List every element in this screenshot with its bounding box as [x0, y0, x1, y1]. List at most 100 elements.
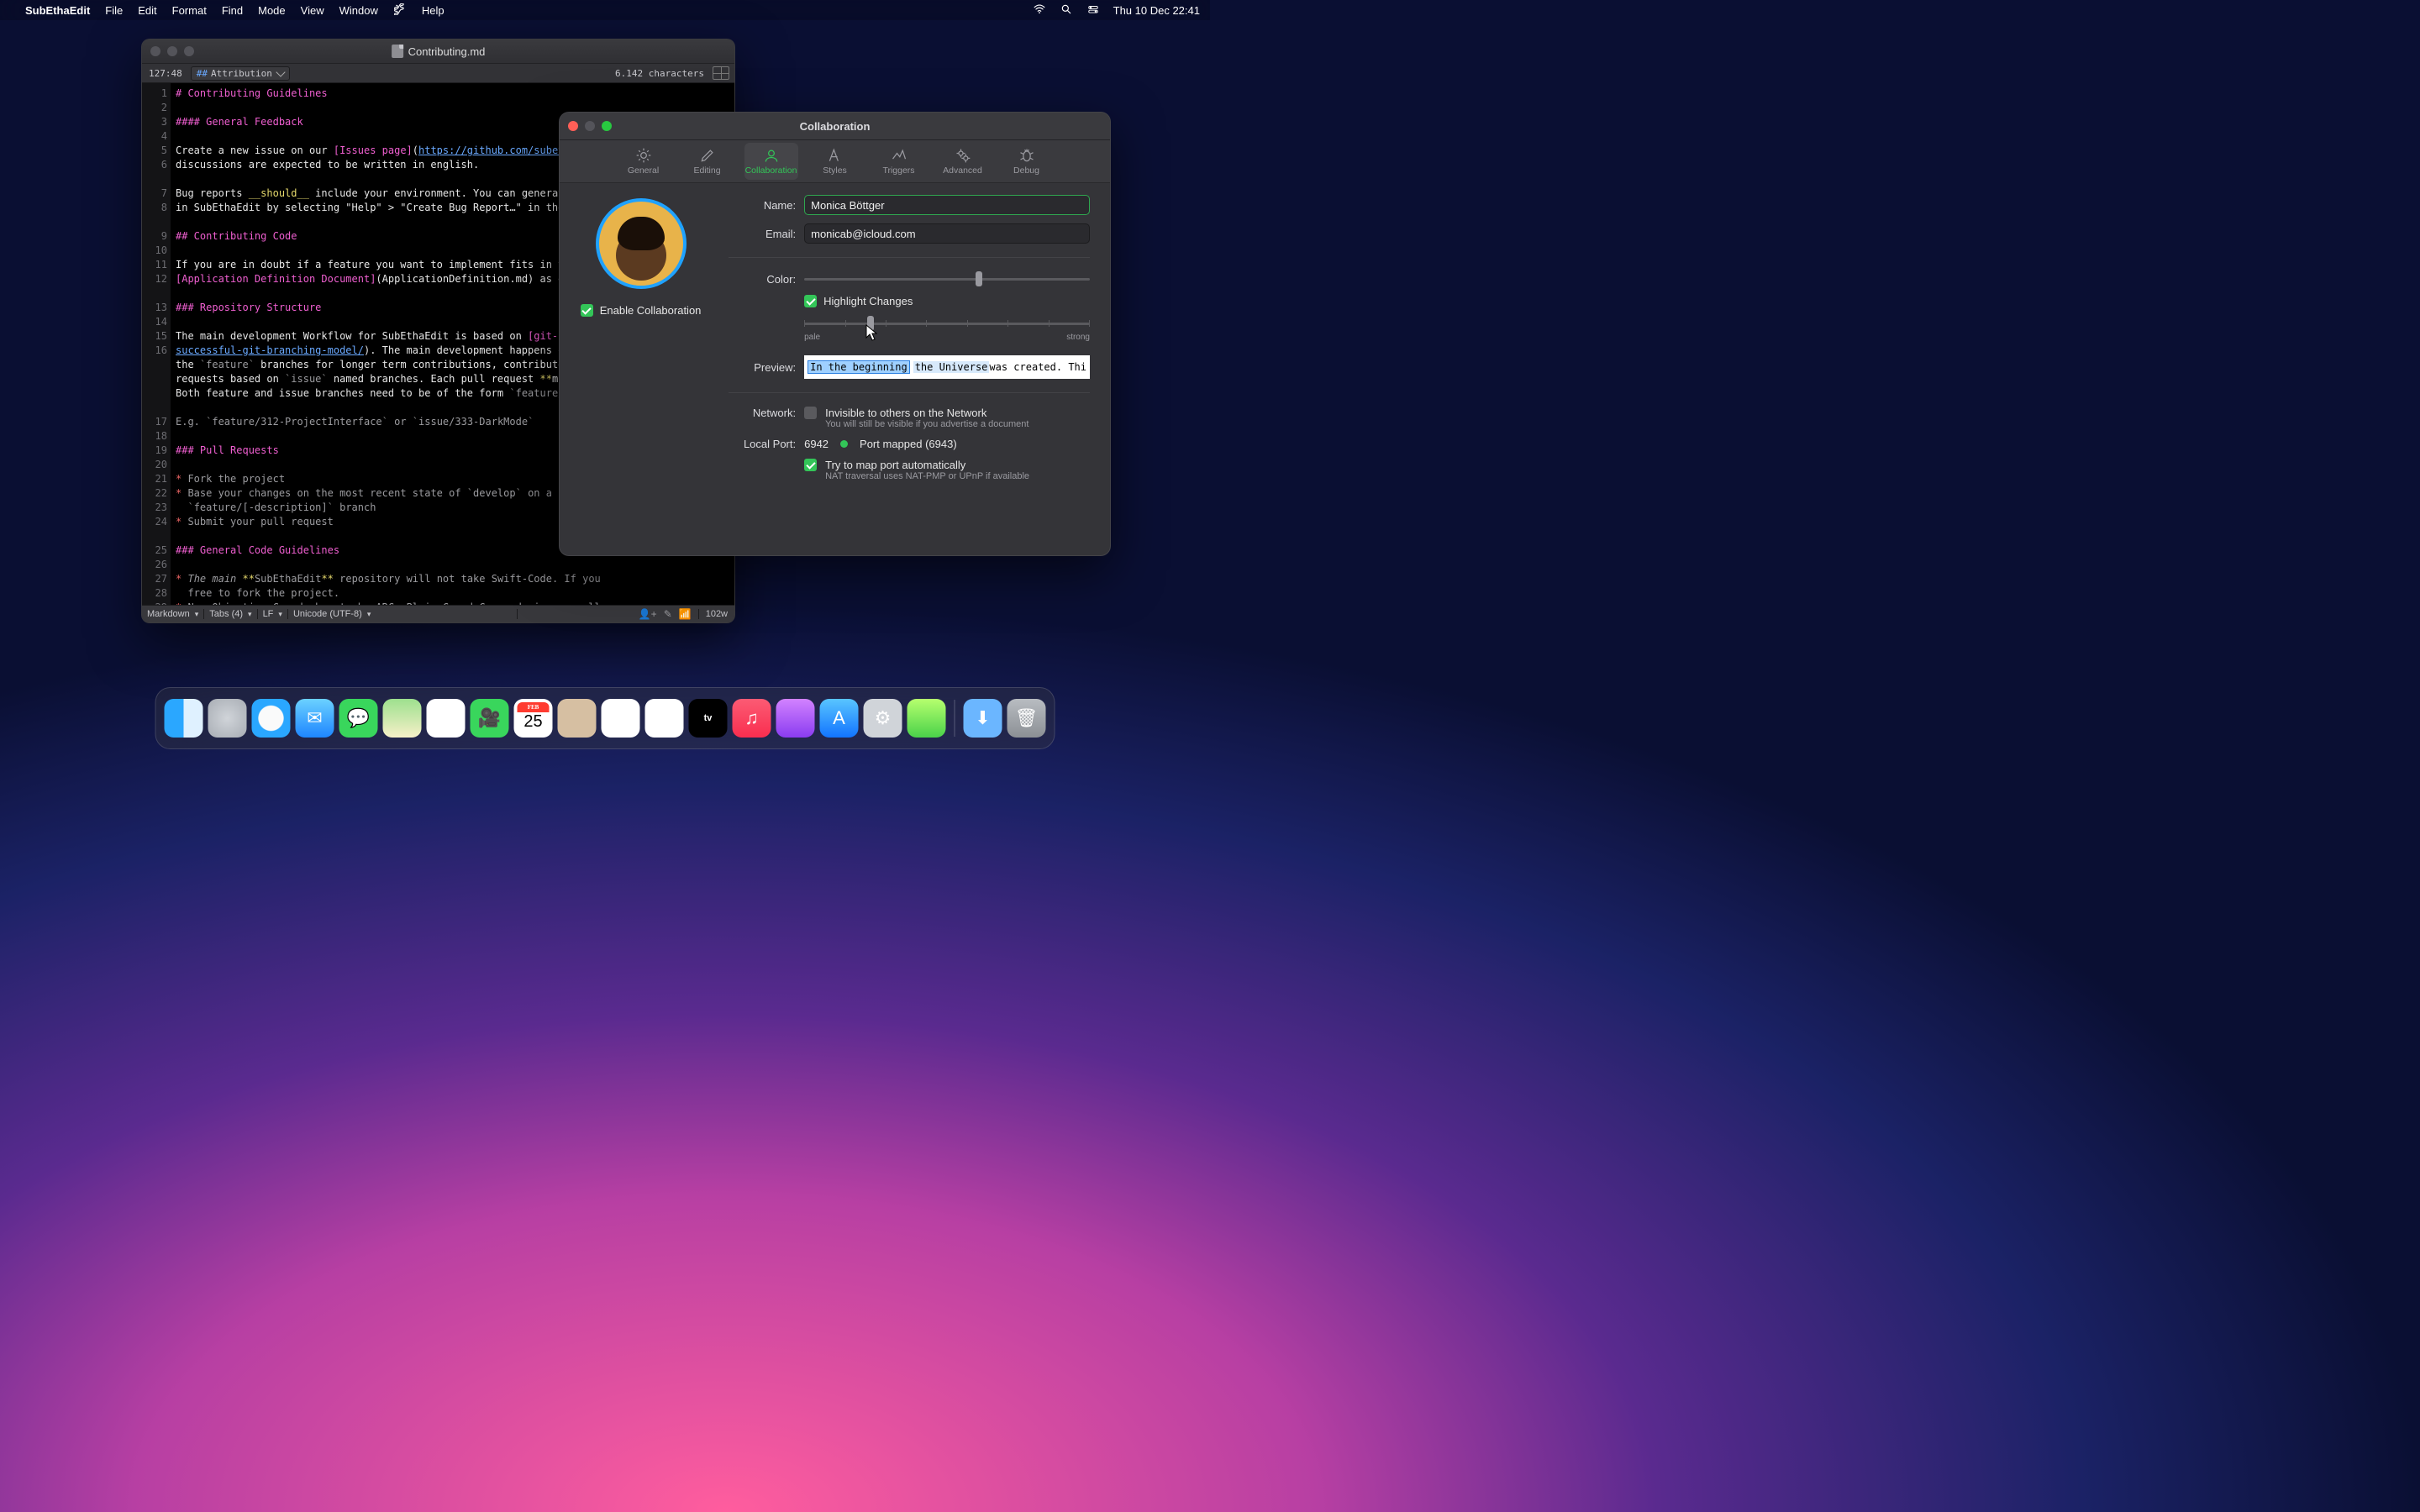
preview-label: Preview: [729, 361, 796, 374]
cursor-position: 127:48 [142, 68, 189, 79]
enable-collaboration-label: Enable Collaboration [600, 304, 702, 317]
highlight-checkbox[interactable]: Highlight Changes [804, 295, 913, 307]
highlight-label: Highlight Changes [823, 295, 913, 307]
prefs-tab-collaboration[interactable]: Collaboration [744, 143, 798, 180]
menubar-app[interactable]: SubEthaEdit [25, 4, 90, 17]
tryport-sublabel: NAT traversal uses NAT-PMP or UPnP if av… [825, 471, 1029, 481]
dock-notes-icon[interactable] [645, 699, 684, 738]
prefs-tab-editing[interactable]: Editing [681, 143, 734, 180]
menubar-help[interactable]: Help [422, 4, 445, 17]
checkmark-icon [581, 304, 593, 317]
highlight-strength-slider[interactable] [804, 316, 1090, 331]
tryport-checkbox[interactable] [804, 459, 817, 471]
prefs-minimize-icon[interactable] [585, 121, 595, 131]
port-label: Local Port: [729, 438, 796, 450]
dock-launchpad-icon[interactable] [208, 699, 247, 738]
dock-tv-icon[interactable]: tv [689, 699, 728, 738]
prefs-close-icon[interactable] [568, 121, 578, 131]
color-slider[interactable] [804, 271, 1090, 286]
prefs-tab-general[interactable]: General [617, 143, 671, 180]
prefs-tab-debug[interactable]: Debug [1000, 143, 1054, 180]
participants-icon[interactable]: 👤+ [639, 608, 657, 620]
email-field[interactable] [804, 223, 1090, 244]
editor-traffic-lights[interactable] [150, 46, 194, 56]
dock-downloads-icon[interactable]: ⬇︎ [964, 699, 1002, 738]
footer-week: 102w [698, 609, 734, 619]
menubar-window[interactable]: Window [339, 4, 378, 17]
dock-photos-icon[interactable]: ✿ [427, 699, 466, 738]
dock-reminders-icon[interactable] [602, 699, 640, 738]
enable-collaboration-checkbox[interactable]: Enable Collaboration [581, 304, 702, 317]
dock-messages-icon[interactable]: 💬 [339, 699, 378, 738]
dock-safari-icon[interactable] [252, 699, 291, 738]
menubar-mode[interactable]: Mode [258, 4, 286, 17]
mouse-cursor-icon [865, 324, 877, 341]
announce-icon[interactable]: 📶 [679, 608, 692, 620]
editor-info-bar: 127:48 ## Attribution 6.142 characters [142, 64, 734, 83]
invisible-sublabel: You will still be visible if you adverti… [825, 419, 1028, 429]
lineending-popup[interactable]: LF [258, 609, 288, 619]
menubar-view[interactable]: View [301, 4, 324, 17]
dock-appstore-icon[interactable]: A [820, 699, 859, 738]
dock-mail-icon[interactable]: ✉︎ [296, 699, 334, 738]
menubar-clock[interactable]: Thu 10 Dec 22:41 [1113, 4, 1200, 17]
port-value: 6942 [804, 438, 829, 450]
prefs-tab-advanced[interactable]: Advanced [936, 143, 990, 180]
name-field[interactable] [804, 195, 1090, 215]
prefs-title: Collaboration [800, 120, 871, 133]
slider-label-strong: strong [1066, 333, 1090, 342]
avatar-image[interactable] [596, 198, 687, 289]
dock-subethaedit-icon[interactable] [908, 699, 946, 738]
dock-calendar-icon[interactable]: FEB 25 [514, 699, 553, 738]
editor-titlebar[interactable]: Contributing.md [142, 39, 734, 64]
editor-status-bar: Markdown Tabs (4) LF Unicode (UTF-8) 👤+ … [142, 605, 734, 622]
port-mapped-label: Port mapped (6943) [860, 438, 957, 450]
prefs-toolbar: General Editing Collaboration Styles Trigger… [560, 140, 1110, 183]
macos-menubar: SubEthaEdit File Edit Format Find Mode V… [0, 0, 1210, 20]
email-label: Email: [729, 228, 796, 240]
character-count: 6.142 characters [610, 68, 709, 79]
tabs-popup[interactable]: Tabs (4) [204, 609, 257, 619]
invisible-label: Invisible to others on the Network [825, 407, 1028, 419]
editor-zoom-icon[interactable] [184, 46, 194, 56]
read-only-icon[interactable]: ✎ [664, 608, 672, 620]
editor-minimize-icon[interactable] [167, 46, 177, 56]
dock-music-icon[interactable]: ♫ [733, 699, 771, 738]
invisible-checkbox[interactable] [804, 407, 817, 419]
highlight-preview: In the beginning the Universe was create… [804, 355, 1090, 379]
document-icon [392, 45, 403, 58]
editor-close-icon[interactable] [150, 46, 160, 56]
control-center-icon[interactable] [1086, 3, 1100, 18]
dock: ✉︎ 💬 ✿ 🎥 FEB 25 tv ♫ A ⚙︎ ⬇︎ 🗑 [155, 687, 1055, 749]
menubar-format[interactable]: Format [172, 4, 207, 17]
dock-podcasts-icon[interactable] [776, 699, 815, 738]
spotlight-icon[interactable] [1060, 3, 1073, 18]
prefs-titlebar[interactable]: Collaboration [560, 113, 1110, 140]
split-view-button[interactable] [713, 66, 729, 80]
wifi-icon[interactable] [1033, 3, 1046, 18]
prefs-tab-styles[interactable]: Styles [808, 143, 862, 180]
prefs-tab-triggers[interactable]: Triggers [872, 143, 926, 180]
symbol-popup[interactable]: ## Attribution [191, 66, 290, 81]
mode-popup[interactable]: Markdown [142, 609, 204, 619]
line-gutter: 1234567891011121314151617181920212223242… [142, 83, 171, 605]
dock-trash-icon[interactable]: 🗑 [1007, 699, 1046, 738]
prefs-zoom-icon[interactable] [602, 121, 612, 131]
menubar-script-icon[interactable] [393, 3, 407, 18]
dock-contacts-icon[interactable] [558, 699, 597, 738]
menubar-find[interactable]: Find [222, 4, 243, 17]
checkmark-icon [804, 295, 817, 307]
name-label: Name: [729, 199, 796, 212]
tryport-label: Try to map port automatically [825, 459, 1029, 471]
dock-settings-icon[interactable]: ⚙︎ [864, 699, 902, 738]
encoding-popup[interactable]: Unicode (UTF-8) [288, 609, 518, 619]
menubar-file[interactable]: File [105, 4, 123, 17]
slider-label-pale: pale [804, 333, 820, 342]
color-label: Color: [729, 273, 796, 286]
menubar-edit[interactable]: Edit [138, 4, 156, 17]
port-status-icon [840, 440, 848, 448]
dock-finder-icon[interactable] [165, 699, 203, 738]
preferences-window: Collaboration General Editing Collaboratio… [559, 112, 1111, 556]
dock-facetime-icon[interactable]: 🎥 [471, 699, 509, 738]
dock-maps-icon[interactable] [383, 699, 422, 738]
